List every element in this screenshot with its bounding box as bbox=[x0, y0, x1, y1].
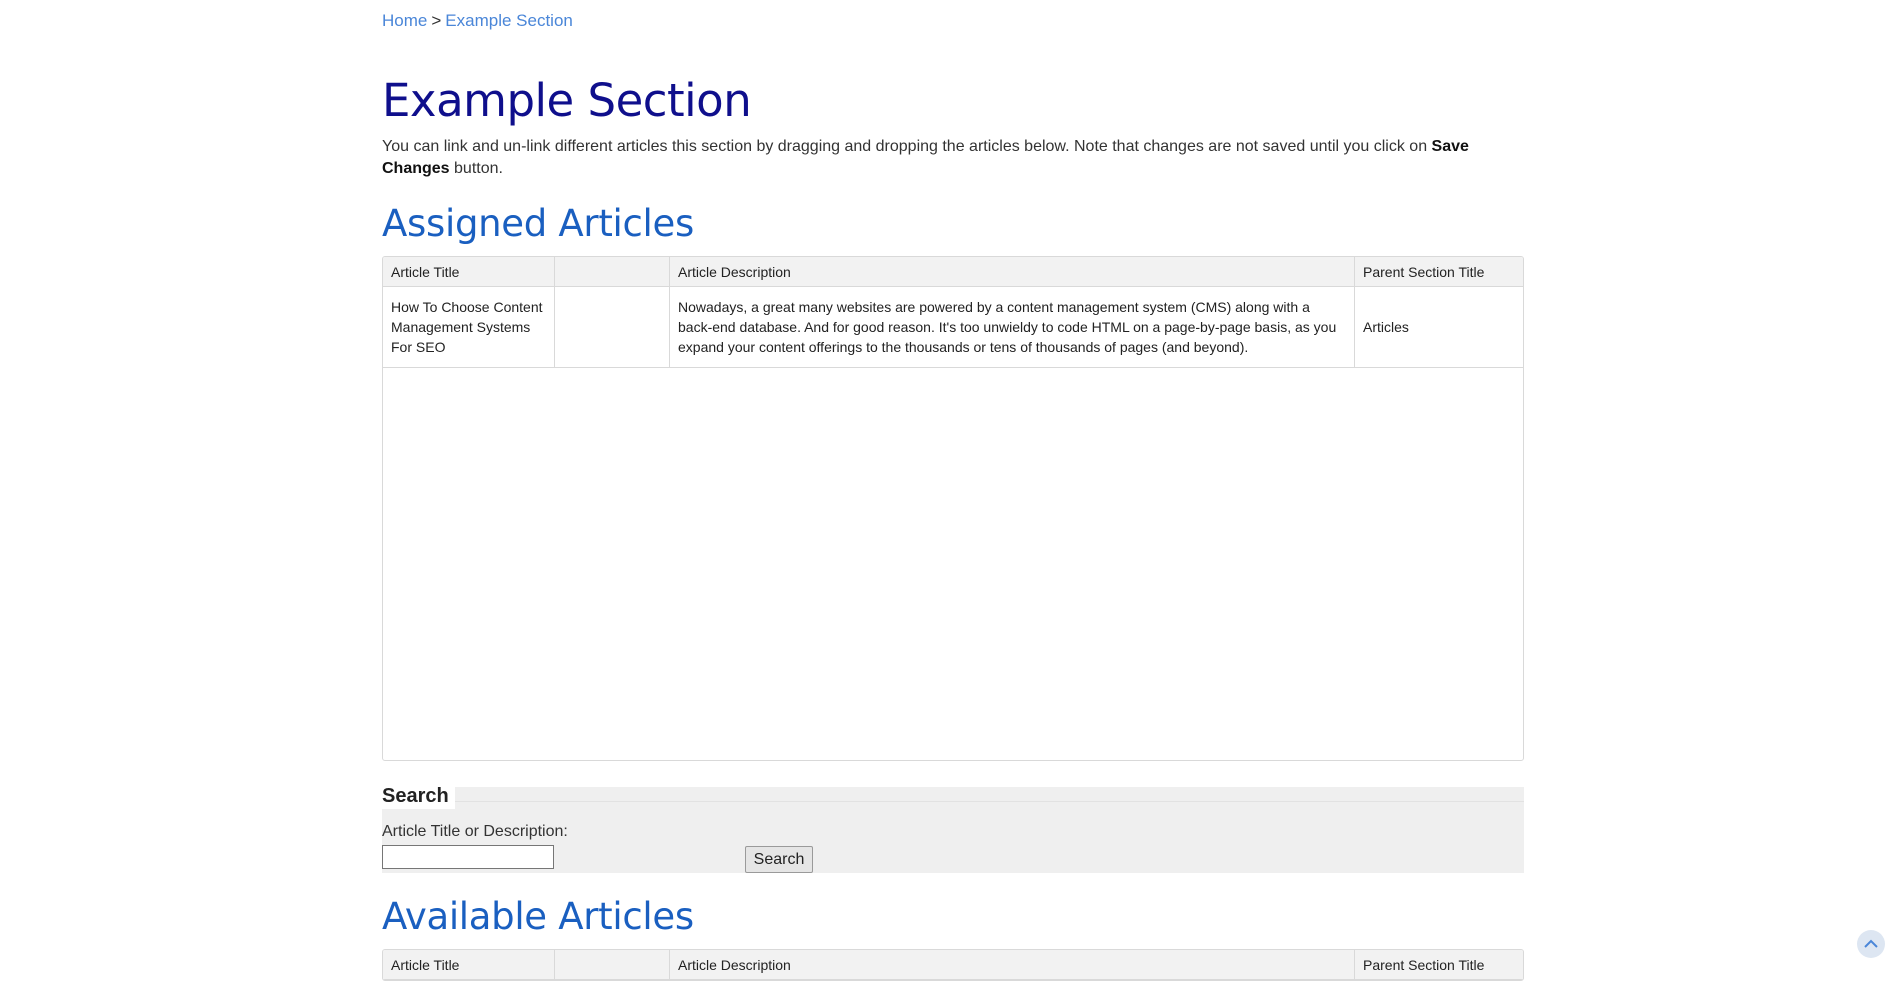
breadcrumb-separator: > bbox=[431, 11, 442, 30]
search-input[interactable] bbox=[382, 845, 554, 869]
search-panel: Search Article Title or Description: Sea… bbox=[382, 783, 1524, 873]
available-articles-dropzone[interactable]: Article Title Article Description Parent… bbox=[382, 949, 1524, 981]
column-header-parent-section-title[interactable]: Parent Section Title bbox=[1354, 950, 1523, 980]
parent-section-cell: Articles bbox=[1354, 286, 1523, 368]
column-header-article-title[interactable]: Article Title bbox=[383, 950, 555, 980]
breadcrumb-current-link[interactable]: Example Section bbox=[445, 11, 573, 30]
search-heading: Search bbox=[382, 783, 455, 809]
breadcrumb: Home > Example Section bbox=[382, 10, 1524, 32]
page-container: Home > Example Section Example Section You… bbox=[382, 0, 1524, 981]
table-header-row: Article Title Article Description Parent… bbox=[383, 257, 1523, 287]
search-divider bbox=[382, 801, 1524, 802]
assigned-articles-dropzone[interactable]: Article Title Article Description Parent… bbox=[382, 256, 1524, 761]
column-header-blank bbox=[554, 257, 670, 287]
article-description-cell: Nowadays, a great many websites are powe… bbox=[669, 286, 1355, 368]
available-articles-heading: Available Articles bbox=[382, 895, 694, 938]
assigned-articles-table: Article Title Article Description Parent… bbox=[383, 257, 1523, 368]
breadcrumb-home-link[interactable]: Home bbox=[382, 11, 427, 30]
intro-end-text: button. bbox=[449, 160, 503, 177]
column-header-parent-section-title[interactable]: Parent Section Title bbox=[1354, 257, 1523, 287]
intro-text: You can link and un-link different artic… bbox=[382, 138, 1432, 155]
table-header-row: Article Title Article Description Parent… bbox=[383, 950, 1523, 980]
chevron-up-icon bbox=[1864, 935, 1878, 953]
column-header-article-title[interactable]: Article Title bbox=[383, 257, 555, 287]
column-header-blank bbox=[554, 950, 670, 980]
available-articles-table: Article Title Article Description Parent… bbox=[383, 950, 1523, 980]
table-row[interactable]: How To Choose Content Management Systems… bbox=[383, 286, 1523, 368]
search-label: Article Title or Description: bbox=[382, 823, 568, 840]
drop-area[interactable] bbox=[383, 368, 1523, 760]
assigned-articles-heading: Assigned Articles bbox=[382, 202, 694, 245]
page-title: Example Section bbox=[382, 74, 752, 127]
article-extra-cell bbox=[554, 286, 670, 368]
column-header-article-description[interactable]: Article Description bbox=[669, 257, 1355, 287]
search-button[interactable]: Search bbox=[745, 846, 813, 873]
scroll-to-top-button[interactable] bbox=[1857, 930, 1885, 958]
column-header-article-description[interactable]: Article Description bbox=[669, 950, 1355, 980]
intro-paragraph: You can link and un-link different artic… bbox=[382, 136, 1524, 180]
article-title-cell: How To Choose Content Management Systems… bbox=[383, 286, 555, 368]
